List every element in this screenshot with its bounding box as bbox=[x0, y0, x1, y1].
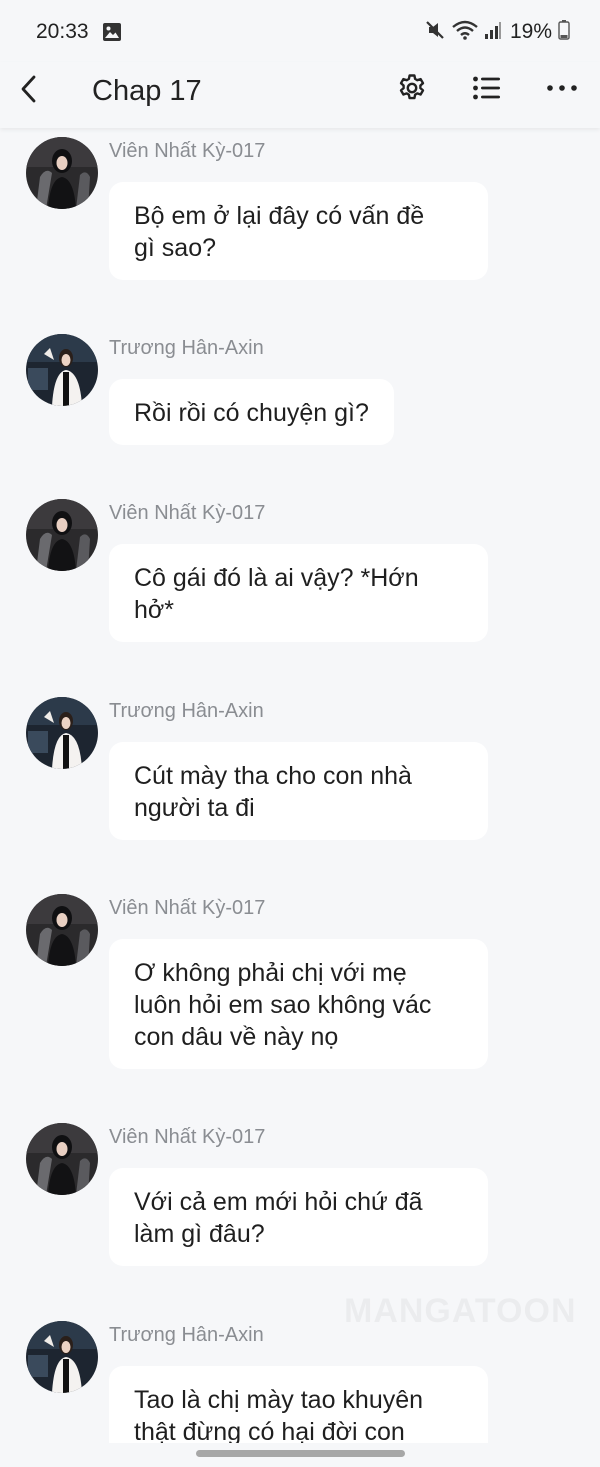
battery-percent: 19% bbox=[509, 20, 552, 43]
avatar[interactable] bbox=[26, 334, 98, 406]
sender-name: Viên Nhất Kỳ-017 bbox=[109, 140, 266, 162]
sender-name: Viên Nhất Kỳ-017 bbox=[109, 897, 266, 919]
message-bubble: Cút mày tha cho con nhà người ta đi bbox=[109, 742, 488, 840]
page-title: Chap 17 bbox=[92, 75, 202, 107]
chevron-left-icon bbox=[21, 75, 36, 103]
message-bubble: Bộ em ở lại đây có vấn đề gì sao? bbox=[109, 182, 488, 280]
message-bubble: Cô gái đó là ai vậy? *Hớn hở* bbox=[109, 544, 488, 642]
status-time: 20:33 bbox=[36, 20, 89, 43]
avatar[interactable] bbox=[26, 1321, 98, 1393]
app-bar: Chap 17 bbox=[0, 62, 600, 128]
message-bubble: Tao là chị mày tao khuyên thật đừng có h… bbox=[109, 1366, 488, 1443]
battery-icon bbox=[558, 19, 570, 45]
back-button[interactable] bbox=[14, 74, 44, 104]
avatar[interactable] bbox=[26, 137, 98, 209]
avatar[interactable] bbox=[26, 1123, 98, 1195]
message-bubble: Rồi rồi có chuyện gì? bbox=[109, 379, 394, 445]
sender-name: Viên Nhất Kỳ-017 bbox=[109, 1126, 266, 1148]
sender-name: Trương Hân-Axin bbox=[109, 337, 264, 359]
chat-list[interactable]: Viên Nhất Kỳ-017 Bộ em ở lại đây có vấn … bbox=[0, 128, 600, 1443]
sender-name: Viên Nhất Kỳ-017 bbox=[109, 502, 266, 524]
wifi-icon bbox=[452, 19, 478, 46]
mute-icon bbox=[424, 19, 446, 46]
sender-name: Trương Hân-Axin bbox=[109, 1324, 264, 1346]
status-bar: 20:33 19% bbox=[0, 0, 600, 62]
list-icon[interactable] bbox=[471, 72, 503, 104]
message-bubble: Ơ không phải chị với mẹ luôn hỏi em sao … bbox=[109, 939, 488, 1069]
more-icon[interactable] bbox=[546, 72, 578, 104]
avatar[interactable] bbox=[26, 894, 98, 966]
gear-icon[interactable] bbox=[396, 72, 428, 104]
home-gesture-handle[interactable] bbox=[196, 1450, 405, 1457]
sender-name: Trương Hân-Axin bbox=[109, 700, 264, 722]
signal-icon bbox=[484, 20, 502, 45]
avatar[interactable] bbox=[26, 697, 98, 769]
avatar[interactable] bbox=[26, 499, 98, 571]
gallery-icon bbox=[102, 22, 122, 47]
message-bubble: Với cả em mới hỏi chứ đã làm gì đâu? bbox=[109, 1168, 488, 1266]
